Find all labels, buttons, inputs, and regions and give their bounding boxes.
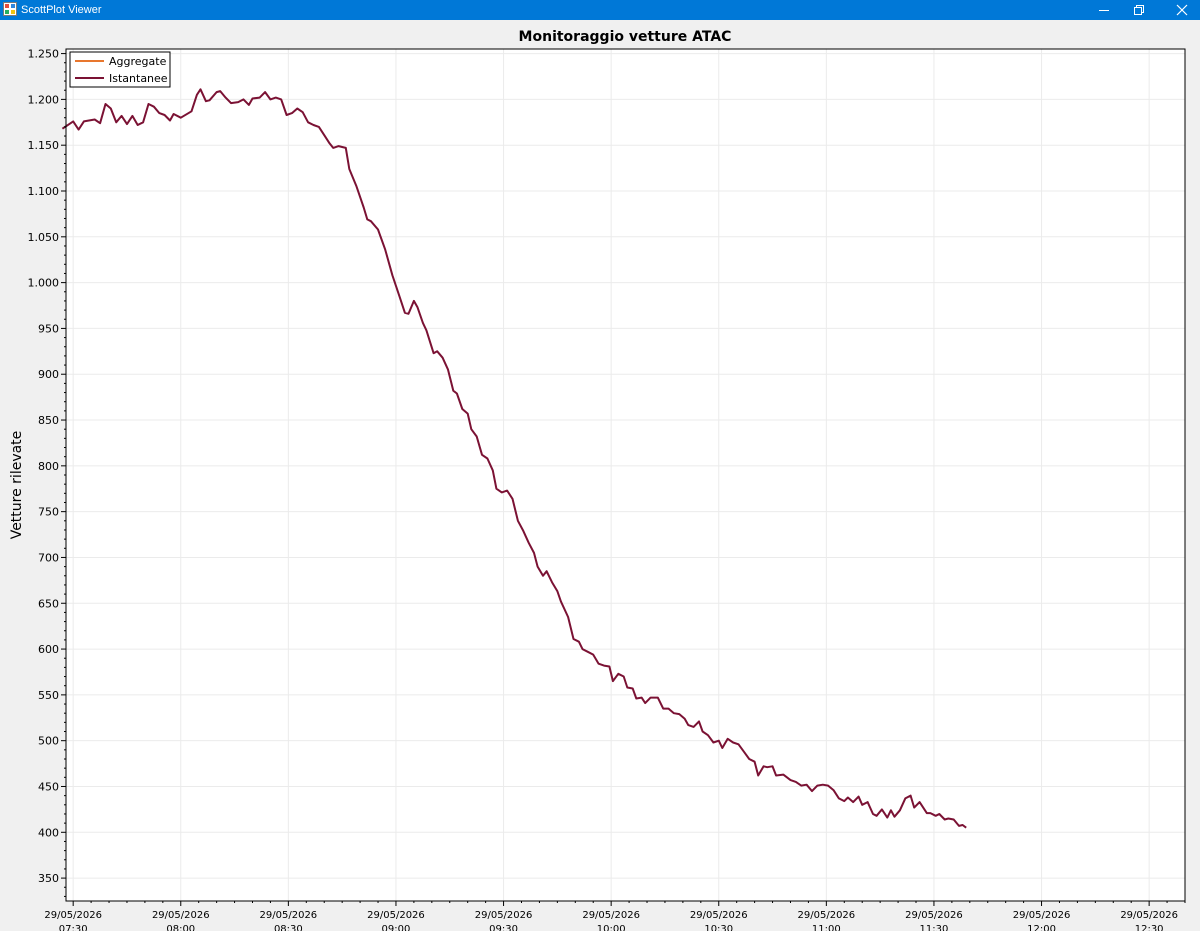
chart-title: Monitoraggio vetture ATAC bbox=[519, 29, 732, 45]
window-titlebar: ScottPlot Viewer bbox=[0, 0, 1200, 20]
y-tick-label: 1.100 bbox=[28, 185, 60, 198]
y-tick-label: 750 bbox=[38, 506, 59, 519]
x-tick-time-label: 07:30 bbox=[59, 924, 88, 931]
plot-background bbox=[66, 49, 1185, 901]
x-tick-time-label: 11:00 bbox=[812, 924, 841, 931]
y-tick-label: 1.150 bbox=[28, 139, 60, 152]
x-tick-date-label: 29/05/2026 bbox=[690, 910, 748, 921]
y-tick-label: 600 bbox=[38, 643, 59, 656]
x-tick-time-label: 11:30 bbox=[920, 924, 949, 931]
y-tick-label: 550 bbox=[38, 689, 59, 702]
x-tick-date-label: 29/05/2026 bbox=[475, 910, 533, 921]
chart-area[interactable]: 350 400 450 500 550 600 650 700 750 800 850 900 950 1… bbox=[0, 20, 1200, 931]
y-tick-label: 950 bbox=[38, 322, 59, 335]
x-tick-date-label: 29/05/2026 bbox=[1120, 910, 1178, 921]
y-tick-label: 1.050 bbox=[28, 231, 60, 244]
x-tick-time-label: 10:30 bbox=[704, 924, 733, 931]
x-tick-time-label: 08:30 bbox=[274, 924, 303, 931]
y-axis-label: Vetture rilevate bbox=[9, 431, 25, 540]
legend-label-istantanee: Istantanee bbox=[109, 72, 168, 85]
y-tick-label: 450 bbox=[38, 780, 59, 793]
x-tick-date-label: 29/05/2026 bbox=[582, 910, 640, 921]
y-tick-label: 400 bbox=[38, 826, 59, 839]
y-tick-label: 800 bbox=[38, 460, 59, 473]
x-tick-time-label: 09:30 bbox=[489, 924, 518, 931]
window-title: ScottPlot Viewer bbox=[21, 4, 102, 16]
y-tick-label: 500 bbox=[38, 735, 59, 748]
x-axis: 29/05/2026 07:30 29/05/2026 08:00 29/05/2026… bbox=[44, 901, 1186, 931]
x-tick-date-label: 29/05/2026 bbox=[44, 910, 102, 921]
y-tick-label: 1.000 bbox=[28, 277, 60, 290]
x-tick-date-label: 29/05/2026 bbox=[152, 910, 210, 921]
restore-icon bbox=[1134, 5, 1144, 15]
legend-label-aggregate: Aggregate bbox=[109, 55, 167, 68]
x-tick-date-label: 29/05/2026 bbox=[1013, 910, 1071, 921]
y-tick-label: 1.200 bbox=[28, 93, 60, 106]
close-button[interactable] bbox=[1164, 0, 1200, 20]
y-tick-label: 850 bbox=[38, 414, 59, 427]
x-tick-time-label: 12:00 bbox=[1027, 924, 1056, 931]
y-axis: 350 400 450 500 550 600 650 700 750 800 850 900 950 1… bbox=[28, 48, 66, 897]
close-icon bbox=[1176, 4, 1188, 16]
x-tick-date-label: 29/05/2026 bbox=[367, 910, 425, 921]
x-tick-date-label: 29/05/2026 bbox=[905, 910, 963, 921]
x-tick-date-label: 29/05/2026 bbox=[260, 910, 318, 921]
x-tick-time-label: 10:00 bbox=[597, 924, 626, 931]
y-tick-label: 900 bbox=[38, 368, 59, 381]
legend: Aggregate Istantanee bbox=[69, 51, 171, 88]
y-tick-label: 1.250 bbox=[28, 48, 60, 61]
x-tick-time-label: 12:30 bbox=[1135, 924, 1164, 931]
x-tick-date-label: 29/05/2026 bbox=[798, 910, 856, 921]
restore-button[interactable] bbox=[1121, 0, 1157, 20]
y-tick-label: 650 bbox=[38, 597, 59, 610]
y-tick-label: 350 bbox=[38, 872, 59, 885]
minimize-button[interactable] bbox=[1086, 0, 1122, 20]
app-icon bbox=[3, 2, 17, 16]
y-tick-label: 700 bbox=[38, 551, 59, 564]
x-tick-time-label: 08:00 bbox=[166, 924, 195, 931]
x-tick-time-label: 09:00 bbox=[382, 924, 411, 931]
minimize-icon bbox=[1099, 10, 1109, 11]
